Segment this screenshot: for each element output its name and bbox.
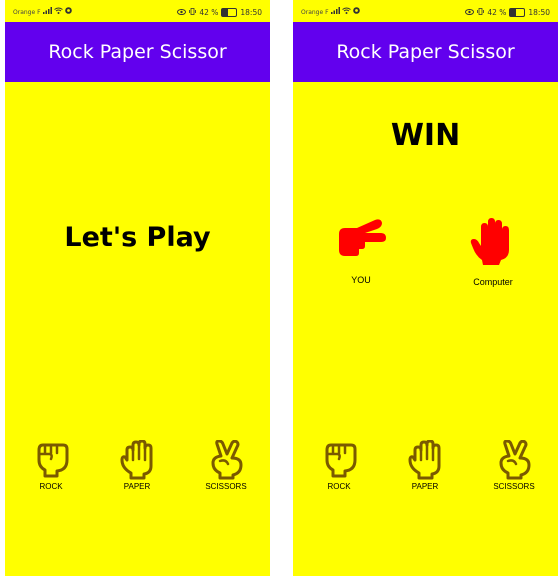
clock: 18:50 [528,8,550,17]
screen-result: Orange F 42 % 18:50 Rock Paper Scissor W… [293,0,558,576]
rock-hand-icon [37,443,69,478]
scissors-label: SCISSORS [493,482,535,491]
result-heading: WIN [390,118,461,153]
app-bar: Rock Paper Scissor [5,22,270,82]
you-label: YOU [351,275,371,285]
scissors-hand-icon [339,219,386,256]
screen-lets-play: Orange F 42 % 18:50 Rock Paper Scissor L… [5,0,270,576]
status-bar: Orange F 42 % 18:50 [293,0,558,22]
vibrate-icon [477,8,485,17]
paper-button[interactable]: PAPER [390,440,460,491]
carrier-label: Orange F [13,9,41,16]
scissors-button[interactable]: SCISSORS [479,440,549,491]
app-notification-icon [353,7,360,16]
app-bar: Rock Paper Scissor [293,22,558,82]
paper-label: PAPER [411,482,439,491]
player-choice: YOU [321,218,401,285]
wifi-icon [54,7,63,16]
app-title: Rock Paper Scissor [336,41,515,63]
app-title: Rock Paper Scissor [48,41,227,63]
rock-hand-icon [325,443,357,478]
battery-percent: 42 % [487,8,507,17]
vibrate-icon [189,8,197,17]
battery-percent: 42 % [199,8,219,17]
paper-hand-icon [120,440,153,480]
rock-button[interactable]: ROCK [16,440,86,491]
eye-icon [465,8,475,17]
eye-icon [177,8,187,17]
rock-button[interactable]: ROCK [304,440,374,491]
scissors-hand-icon [211,440,243,480]
signal-icon [331,7,340,16]
rock-label: ROCK [327,482,351,491]
status-bar: Orange F 42 % 18:50 [5,0,270,22]
clock: 18:50 [240,8,262,17]
lets-play-heading: Let's Play [64,222,211,253]
paper-button[interactable]: PAPER [102,440,172,491]
computer-choice: Computer [453,218,533,287]
scissors-label: SCISSORS [205,482,247,491]
paper-hand-icon [470,218,509,265]
wifi-icon [342,7,351,16]
paper-label: PAPER [123,482,151,491]
carrier-label: Orange F [301,9,329,16]
scissors-button[interactable]: SCISSORS [191,440,261,491]
battery-icon [221,8,238,17]
rock-label: ROCK [39,482,63,491]
signal-icon [43,7,52,16]
app-notification-icon [65,7,72,16]
paper-hand-icon [408,440,441,480]
battery-icon [509,8,526,17]
computer-label: Computer [473,277,513,287]
scissors-hand-icon [499,440,531,480]
